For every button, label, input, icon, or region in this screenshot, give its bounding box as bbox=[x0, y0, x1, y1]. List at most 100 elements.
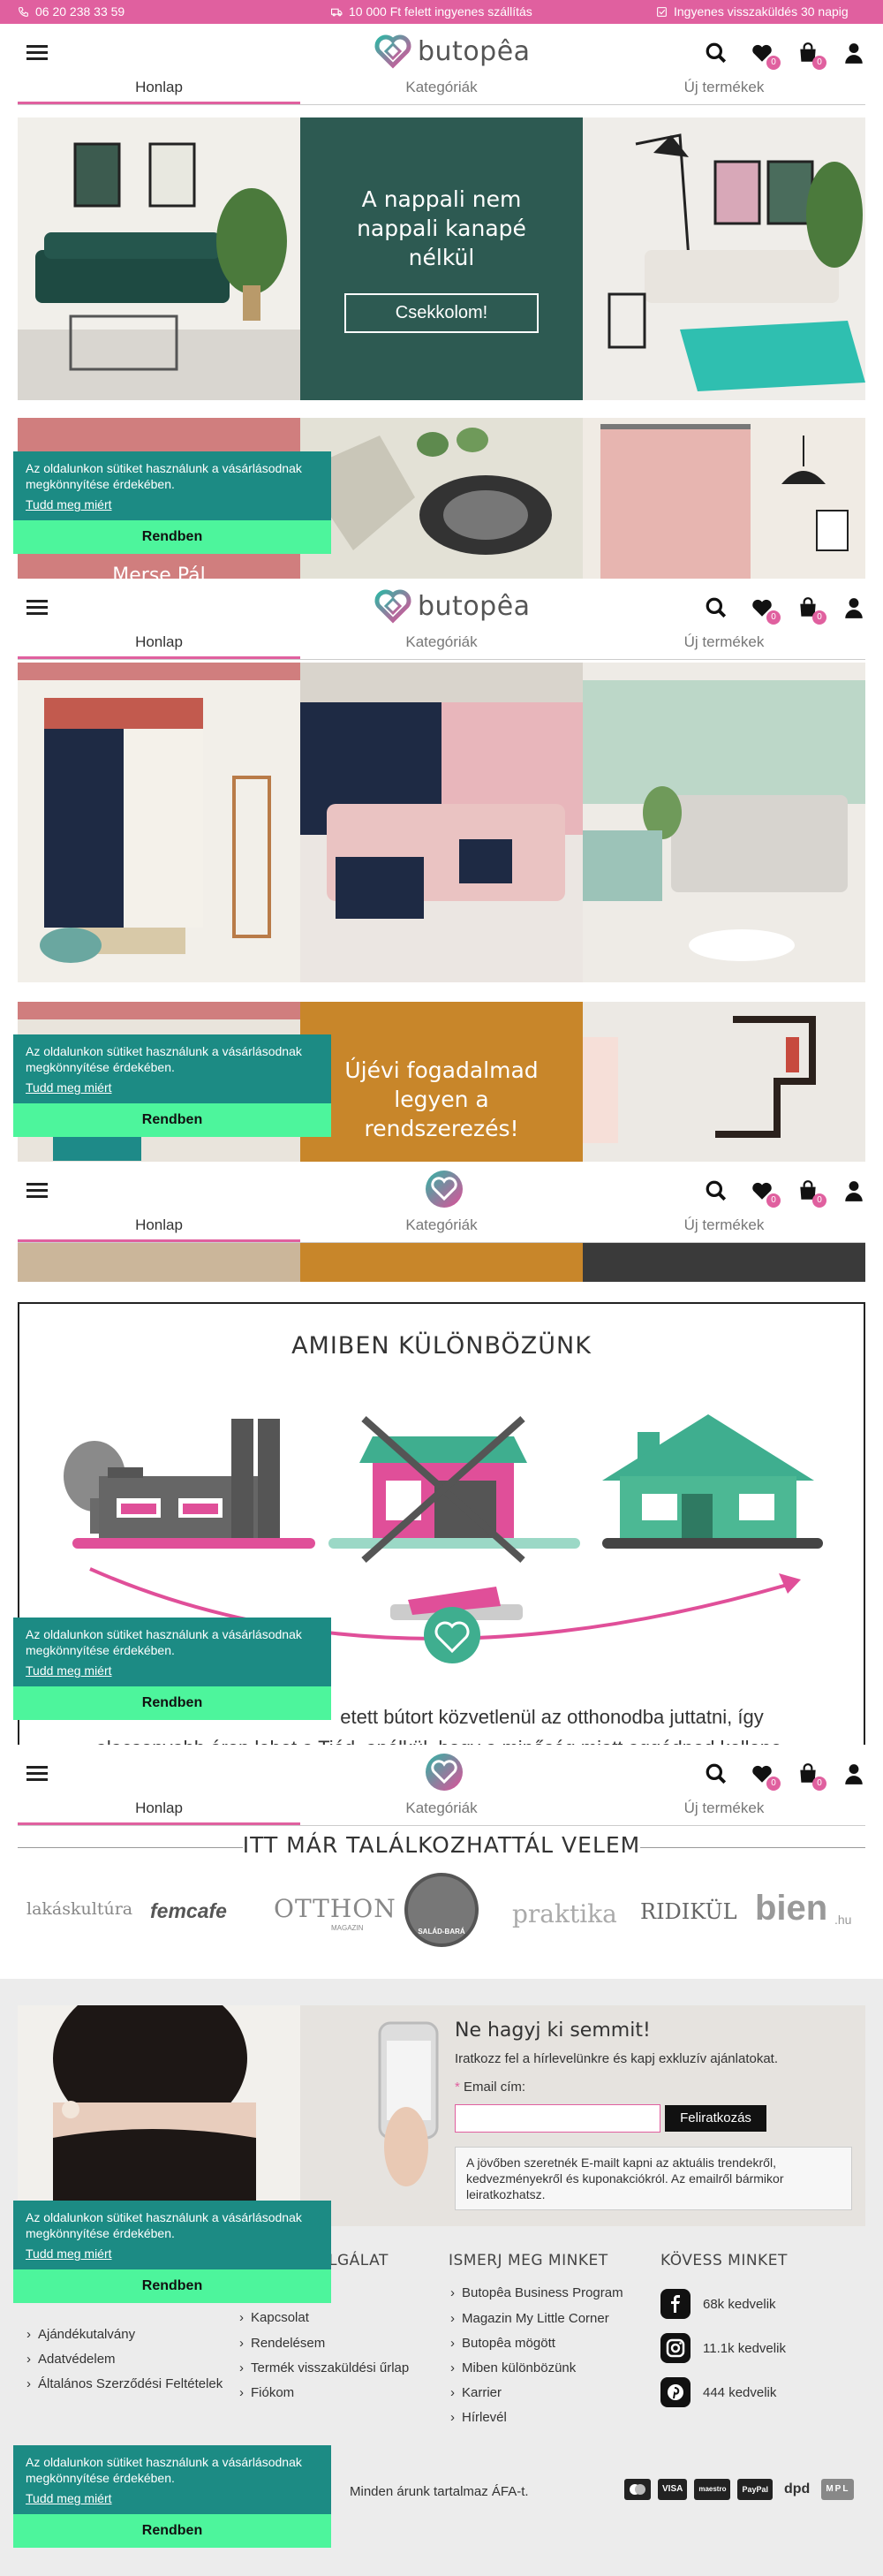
product-tile-curtain[interactable] bbox=[583, 418, 865, 579]
cart-icon[interactable]: 0 bbox=[796, 596, 826, 625]
wishlist-icon[interactable]: 0 bbox=[751, 596, 781, 625]
cookie-text: Az oldalunkon sütiket használunk a vásár… bbox=[26, 1627, 302, 1657]
footer-link-return-form[interactable]: Termék visszaküldési űrlap bbox=[239, 2360, 409, 2375]
cookie-accept-button[interactable]: Rendben bbox=[13, 1103, 331, 1137]
strip-tile-3 bbox=[583, 1243, 865, 1282]
tab-new-products[interactable]: Új termékek bbox=[583, 1798, 865, 1825]
search-icon[interactable] bbox=[705, 1179, 728, 1202]
hero-promo-button[interactable]: Csekkolom! bbox=[343, 293, 540, 333]
wishlist-count-badge: 0 bbox=[766, 610, 781, 625]
visa-logo: VISA bbox=[658, 2479, 688, 2500]
paypal-logo: PayPal bbox=[737, 2479, 773, 2500]
product-tile-living-room[interactable] bbox=[583, 117, 865, 400]
menu-icon[interactable] bbox=[26, 600, 48, 615]
footer-link-magazine[interactable]: Magazin My Little Corner bbox=[450, 2311, 609, 2326]
cookie-learn-more-link[interactable]: Tudd meg miért bbox=[13, 1075, 331, 1103]
cart-icon[interactable]: 0 bbox=[796, 42, 826, 70]
account-icon[interactable] bbox=[842, 596, 865, 619]
footer-link-contact[interactable]: Kapcsolat bbox=[239, 2310, 309, 2325]
footer-link-business-program[interactable]: Butopêa Business Program bbox=[450, 2285, 623, 2300]
cookie-learn-more-link[interactable]: Tudd meg miért bbox=[13, 2486, 331, 2514]
account-icon[interactable] bbox=[842, 1762, 865, 1785]
footer-link-newsletter[interactable]: Hírlevél bbox=[450, 2410, 507, 2425]
product-tile-green-sofa[interactable] bbox=[18, 117, 300, 400]
newsletter-optin-text[interactable]: A jövőben szeretnék E-mailt kapni az akt… bbox=[455, 2147, 852, 2210]
tab-home[interactable]: Honlap bbox=[18, 77, 300, 104]
promo-resolution-title: Újévi fogadalmad legyen a rendszerezés! bbox=[344, 1057, 539, 1141]
facebook-likes: 68k kedvelik bbox=[703, 2296, 776, 2312]
tab-home[interactable]: Honlap bbox=[18, 1215, 300, 1242]
wishlist-icon[interactable]: 0 bbox=[751, 1179, 781, 1208]
social-instagram: 11.1k kedvelik bbox=[660, 2333, 786, 2363]
tab-categories[interactable]: Kategóriák bbox=[300, 1798, 583, 1825]
instagram-icon[interactable] bbox=[660, 2333, 691, 2363]
tab-home[interactable]: Honlap bbox=[18, 632, 300, 659]
search-icon[interactable] bbox=[705, 596, 728, 619]
tab-categories[interactable]: Kategóriák bbox=[300, 632, 583, 659]
footer-link-career[interactable]: Karrier bbox=[450, 2385, 502, 2400]
tab-categories[interactable]: Kategóriák bbox=[300, 77, 583, 104]
cart-count-badge: 0 bbox=[812, 1193, 826, 1208]
cookie-learn-more-link[interactable]: Tudd meg miért bbox=[13, 2241, 331, 2269]
cookie-banner: Az oldalunkon sütiket használunk a vásár… bbox=[13, 1034, 331, 1137]
product-tile-pink-sofa[interactable] bbox=[300, 663, 583, 982]
product-tile-shelf[interactable] bbox=[583, 1002, 865, 1162]
returns-info: Ingyenes visszaküldés 30 napig bbox=[656, 4, 849, 19]
truck-icon bbox=[331, 8, 343, 16]
vat-note: Minden árunk tartalmaz ÁFA-t. bbox=[350, 2484, 529, 2499]
footer-link-how-we-differ[interactable]: Miben különbözünk bbox=[450, 2360, 576, 2375]
cookie-text: Az oldalunkon sütiket használunk a vásár… bbox=[26, 1044, 302, 1074]
pinterest-likes: 444 kedvelik bbox=[703, 2384, 777, 2400]
wishlist-icon[interactable]: 0 bbox=[751, 1762, 781, 1791]
cookie-banner: Az oldalunkon sütiket használunk a vásár… bbox=[13, 451, 331, 554]
shipping-text: 10 000 Ft felett ingyenes szállítás bbox=[349, 4, 532, 19]
footer-link-terms[interactable]: Általános Szerződési Feltételek bbox=[26, 2376, 223, 2391]
account-icon[interactable] bbox=[842, 42, 865, 64]
tab-new-products[interactable]: Új termékek bbox=[583, 77, 865, 104]
product-tile-table-decor[interactable] bbox=[300, 418, 583, 579]
site-header: 0 0 Honlap Kategóriák Új termékek bbox=[0, 1745, 883, 1826]
search-icon[interactable] bbox=[705, 42, 728, 64]
wishlist-icon[interactable]: 0 bbox=[751, 42, 781, 70]
cart-count-badge: 0 bbox=[812, 1777, 826, 1791]
cookie-text: Az oldalunkon sütiket használunk a vásár… bbox=[26, 2210, 302, 2240]
search-icon[interactable] bbox=[705, 1762, 728, 1785]
cookie-accept-button[interactable]: Rendben bbox=[13, 2269, 331, 2303]
product-tile-navy-curtain[interactable] bbox=[18, 663, 300, 982]
site-logo[interactable]: butopêa bbox=[374, 586, 531, 626]
tab-new-products[interactable]: Új termékek bbox=[583, 632, 865, 659]
phone-number: 06 20 238 33 59 bbox=[35, 4, 125, 19]
facebook-icon[interactable] bbox=[660, 2289, 691, 2319]
footer-link-privacy[interactable]: Adatvédelem bbox=[26, 2352, 116, 2367]
cookie-accept-button[interactable]: Rendben bbox=[13, 520, 331, 554]
cookie-learn-more-link[interactable]: Tudd meg miért bbox=[13, 492, 331, 520]
footer-link-behind-butopea[interactable]: Butopêa mögött bbox=[450, 2336, 555, 2351]
product-tile-pastel-room[interactable] bbox=[583, 663, 865, 982]
footer-link-gift-voucher[interactable]: Ajándékutalvány bbox=[26, 2327, 135, 2342]
site-logo-compact[interactable] bbox=[426, 1754, 463, 1791]
cookie-banner: Az oldalunkon sütiket használunk a vásár… bbox=[13, 2445, 331, 2548]
main-nav-tabs: Honlap Kategóriák Új termékek bbox=[18, 1798, 865, 1826]
pinterest-icon[interactable] bbox=[660, 2377, 691, 2407]
footer-link-my-orders[interactable]: Rendelésem bbox=[239, 2336, 325, 2351]
menu-icon[interactable] bbox=[26, 45, 48, 60]
site-logo[interactable]: butopêa bbox=[374, 31, 531, 72]
promo-resolution[interactable]: Újévi fogadalmad legyen a rendszerezés! bbox=[300, 1002, 583, 1162]
menu-icon[interactable] bbox=[26, 1183, 48, 1198]
cookie-accept-button[interactable]: Rendben bbox=[13, 1686, 331, 1720]
tab-home[interactable]: Honlap bbox=[18, 1798, 300, 1825]
tab-categories[interactable]: Kategóriák bbox=[300, 1215, 583, 1242]
tab-new-products[interactable]: Új termékek bbox=[583, 1215, 865, 1242]
site-logo-compact[interactable] bbox=[426, 1171, 463, 1208]
menu-icon[interactable] bbox=[26, 1766, 48, 1781]
cart-icon[interactable]: 0 bbox=[796, 1179, 826, 1208]
newsletter-subscribe-button[interactable]: Feliratkozás bbox=[665, 2105, 766, 2132]
footer-link-account[interactable]: Fiókom bbox=[239, 2385, 294, 2400]
account-icon[interactable] bbox=[842, 1179, 865, 1202]
cookie-learn-more-link[interactable]: Tudd meg miért bbox=[13, 1658, 331, 1686]
cookie-accept-button[interactable]: Rendben bbox=[13, 2514, 331, 2548]
cart-count-badge: 0 bbox=[812, 610, 826, 625]
cart-icon[interactable]: 0 bbox=[796, 1762, 826, 1791]
phone-info[interactable]: 06 20 238 33 59 bbox=[18, 4, 125, 19]
newsletter-email-input[interactable] bbox=[455, 2104, 660, 2133]
